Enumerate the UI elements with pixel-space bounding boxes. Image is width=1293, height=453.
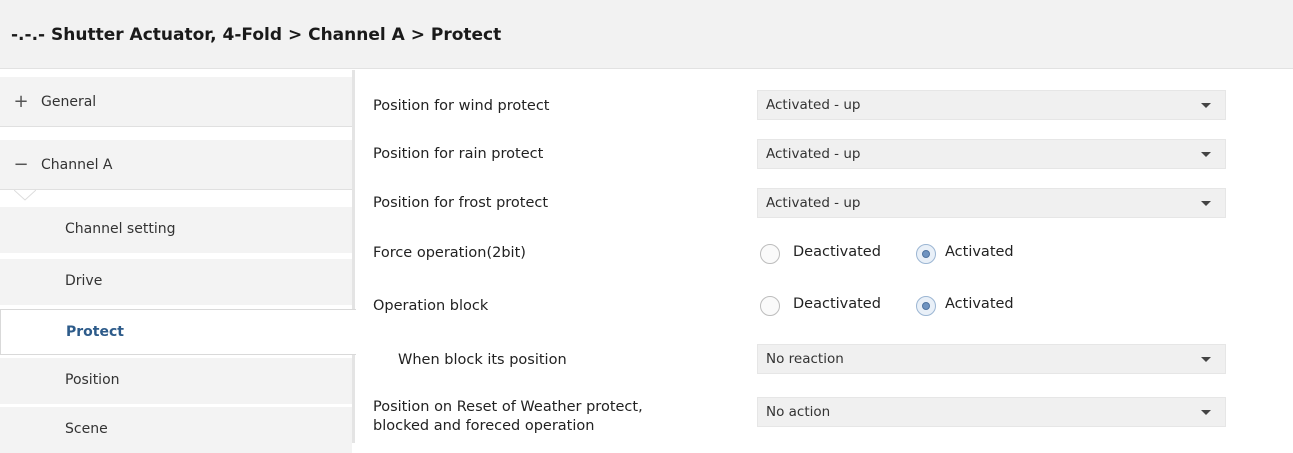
wind-protect-label: Position for wind protect	[373, 98, 550, 114]
sidebar-item-label: General	[41, 94, 97, 110]
block-position-label: When block its position	[398, 352, 567, 368]
sidebar-item-protect[interactable]: Protect	[0, 309, 356, 355]
sidebar-item-label: Channel A	[41, 157, 113, 173]
chevron-down-icon	[1201, 103, 1211, 108]
tree-notch-icon	[14, 189, 36, 201]
sidebar-item-label: Position	[65, 372, 120, 388]
chevron-down-icon	[1201, 152, 1211, 157]
select-value: Activated - up	[766, 97, 861, 113]
plus-icon[interactable]: +	[13, 91, 29, 112]
radio-checked-icon[interactable]	[916, 296, 936, 316]
frost-protect-label: Position for frost protect	[373, 195, 549, 211]
sidebar-item-scene[interactable]: Scene	[0, 407, 352, 453]
select-value: Activated - up	[766, 195, 861, 211]
header-bar: -.-.- Shutter Actuator, 4-Fold > Channel…	[0, 0, 1293, 69]
sidebar-item-label: Channel setting	[65, 221, 176, 237]
block-position-select[interactable]: No reaction	[757, 344, 1226, 374]
breadcrumb: -.-.- Shutter Actuator, 4-Fold > Channel…	[11, 25, 502, 45]
sidebar-item-label: Protect	[66, 324, 124, 340]
sidebar-item-label: Drive	[65, 273, 103, 289]
minus-icon[interactable]: −	[13, 154, 29, 175]
chevron-down-icon	[1201, 357, 1211, 362]
rain-protect-select[interactable]: Activated - up	[757, 139, 1226, 169]
chevron-down-icon	[1201, 201, 1211, 206]
sidebar-item-label: Scene	[65, 421, 108, 437]
radio-checked-icon[interactable]	[916, 244, 936, 264]
wind-protect-select[interactable]: Activated - up	[757, 90, 1226, 120]
sidebar-item-position[interactable]: Position	[0, 358, 352, 404]
reset-position-select[interactable]: No action	[757, 397, 1226, 427]
radio-unchecked-icon[interactable]	[760, 296, 780, 316]
rain-protect-label: Position for rain protect	[373, 146, 544, 162]
frost-protect-select[interactable]: Activated - up	[757, 188, 1226, 218]
reset-position-label-line2: blocked and foreced operation	[373, 418, 595, 434]
sidebar-item-general[interactable]: + General	[0, 77, 352, 127]
radio-unchecked-icon[interactable]	[760, 244, 780, 264]
radio-label: Deactivated	[793, 244, 881, 260]
select-value: No action	[766, 404, 831, 420]
sidebar-item-channel-setting[interactable]: Channel setting	[0, 207, 352, 253]
reset-position-label-line1: Position on Reset of Weather protect,	[373, 399, 643, 415]
operation-block-label: Operation block	[373, 298, 489, 314]
radio-label: Activated	[945, 296, 1014, 312]
select-value: Activated - up	[766, 146, 861, 162]
force-operation-label: Force operation(2bit)	[373, 245, 526, 261]
select-value: No reaction	[766, 351, 844, 367]
sidebar-item-channel-a[interactable]: − Channel A	[0, 140, 352, 190]
sidebar-item-drive[interactable]: Drive	[0, 259, 352, 305]
chevron-down-icon	[1201, 410, 1211, 415]
radio-label: Deactivated	[793, 296, 881, 312]
radio-label: Activated	[945, 244, 1014, 260]
